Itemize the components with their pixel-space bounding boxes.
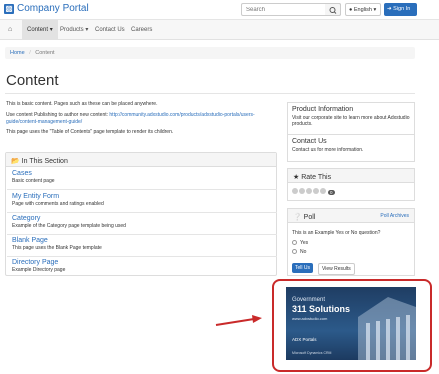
ad-line-url: www.adxstudio.com — [292, 316, 328, 321]
star-icon: ★ — [293, 174, 300, 181]
question-icon: ❔ — [293, 214, 302, 221]
poll-title: Poll — [303, 214, 316, 221]
star-icon[interactable] — [313, 188, 319, 194]
tell-us-button[interactable]: Tell Us — [292, 263, 314, 273]
nav-item-careers[interactable]: Careers — [131, 20, 152, 40]
radio-icon[interactable] — [292, 249, 297, 255]
section-desc: Example of the Category page template be… — [12, 223, 126, 229]
star-icon[interactable] — [299, 188, 305, 194]
panel-header: ❔ Poll Poll Archives — [288, 209, 414, 223]
folder-open-icon: 📂 — [11, 158, 20, 165]
chevron-down-icon: ▾ — [373, 7, 377, 13]
portal-logo-icon: ▩ — [4, 4, 14, 14]
contact-us-title[interactable]: Contact Us — [292, 138, 327, 145]
home-icon: ⌂ — [8, 26, 13, 33]
poll-option-no[interactable]: No — [292, 249, 306, 255]
nav-home[interactable]: ⌂ — [8, 20, 12, 40]
search-button[interactable] — [325, 3, 341, 16]
star-icon[interactable] — [306, 188, 312, 194]
chevron-down-icon: ▾ — [49, 27, 53, 33]
contact-info: Contact Us Contact us for more informati… — [292, 138, 363, 153]
main-nav: ⌂ Content ▾ Products ▾ Contact Us Career… — [0, 20, 439, 40]
panel-header: ★ Rate This — [288, 169, 414, 183]
breadcrumb-separator: / — [29, 50, 31, 56]
poll-option-label: No — [300, 249, 307, 255]
title-divider — [5, 93, 415, 94]
intro-paragraph: This is basic content. Pages such as the… — [6, 101, 158, 107]
divider — [7, 189, 277, 190]
nav-item-products[interactable]: Products ▾ — [60, 20, 88, 40]
section-desc: Example Directory page — [12, 267, 66, 273]
section-link-blank-page[interactable]: Blank Page — [12, 237, 48, 244]
poll-option-label: Yes — [300, 240, 309, 246]
brand[interactable]: ▩ Company Portal — [4, 3, 89, 15]
language-label: English — [353, 7, 372, 13]
government-311-ad-banner[interactable]: Government 311 Solutions www.adxstudio.c… — [286, 287, 416, 360]
page-title: Content — [6, 72, 59, 89]
sign-in-label: Sign In — [393, 6, 411, 12]
list-item: Category Example of the Category page te… — [12, 215, 126, 230]
list-item: Directory Page Example Directory page — [12, 259, 65, 274]
star-icon[interactable] — [292, 188, 298, 194]
nav-item-contact-us[interactable]: Contact Us — [95, 20, 125, 40]
section-link-cases[interactable]: Cases — [12, 170, 32, 177]
section-link-category[interactable]: Category — [12, 215, 40, 222]
poll-question: This is an Example Yes or No question? — [292, 230, 381, 236]
list-item: Blank Page This page uses the Blank Page… — [12, 237, 102, 252]
list-item: My Entity Form Page with comments and ra… — [12, 193, 104, 208]
publishing-text: Use content Publishing to author new con… — [6, 112, 109, 118]
star-icon[interactable] — [320, 188, 326, 194]
template-paragraph: This page uses the "Table of Contents" p… — [6, 129, 174, 135]
divider — [7, 234, 277, 235]
nav-item-label: Content — [27, 27, 49, 33]
panel-header: 📂 In This Section — [6, 153, 276, 167]
poll-panel: ❔ Poll Poll Archives This is an Example … — [287, 208, 415, 276]
product-info: Product Information Visit our corporate … — [292, 106, 410, 127]
radio-icon[interactable] — [292, 240, 297, 246]
info-box: Product Information Visit our corporate … — [287, 102, 415, 162]
rating-stars[interactable]: 0 — [292, 188, 335, 196]
nav-item-label: Products — [60, 27, 84, 33]
section-link-directory-page[interactable]: Directory Page — [12, 259, 58, 266]
product-info-title[interactable]: Product Information — [292, 106, 353, 113]
contact-us-text: Contact us for more information. — [292, 147, 364, 153]
product-info-text: Visit our corporate site to learn more a… — [292, 115, 410, 127]
top-bar: ▩ Company Portal ● English ▾ ➜ Sign In — [0, 0, 439, 20]
divider — [7, 256, 277, 257]
divider — [7, 212, 277, 213]
section-desc: Page with comments and ratings enabled — [12, 201, 104, 207]
ad-line-solutions: 311 Solutions — [292, 304, 351, 314]
sign-in-icon: ➜ — [387, 6, 392, 12]
rate-this-panel: ★ Rate This 0 — [287, 168, 415, 201]
ad-line-dynamics: Microsoft Dynamics CRM — [292, 351, 332, 355]
language-dropdown[interactable]: ● English ▾ — [345, 3, 381, 16]
globe-icon: ● — [349, 7, 353, 13]
ad-line-government: Government — [292, 297, 326, 303]
rating-count-badge: 0 — [328, 190, 335, 195]
brand-name: Company Portal — [17, 3, 89, 14]
breadcrumb: Home / Content — [5, 47, 415, 59]
sign-in-button[interactable]: ➜ Sign In — [384, 3, 417, 16]
in-this-section-panel: 📂 In This Section Cases Basic content pa… — [5, 152, 277, 276]
search-icon — [329, 7, 337, 14]
ad-line-adx-portals: ADX Portals — [292, 337, 317, 342]
chevron-down-icon: ▾ — [85, 27, 89, 33]
red-arrow-icon — [215, 315, 262, 326]
poll-option-yes[interactable]: Yes — [292, 240, 308, 246]
publishing-paragraph: Use content Publishing to author new con… — [6, 112, 276, 125]
building-illustration-icon — [358, 297, 416, 360]
rate-title: Rate This — [301, 174, 332, 181]
section-desc: Basic content page — [12, 178, 55, 184]
panel-title: In This Section — [21, 158, 68, 165]
section-desc: This page uses the Blank Page template — [12, 245, 102, 251]
view-results-button[interactable]: View Results — [318, 263, 355, 275]
breadcrumb-current: Content — [35, 50, 55, 56]
nav-item-content[interactable]: Content ▾ — [22, 20, 58, 40]
breadcrumb-home-link[interactable]: Home — [10, 50, 25, 56]
poll-archives-link[interactable]: Poll Archives — [380, 213, 409, 219]
divider — [288, 134, 414, 135]
section-link-my-entity-form[interactable]: My Entity Form — [12, 193, 59, 200]
list-item: Cases Basic content page — [12, 170, 55, 185]
